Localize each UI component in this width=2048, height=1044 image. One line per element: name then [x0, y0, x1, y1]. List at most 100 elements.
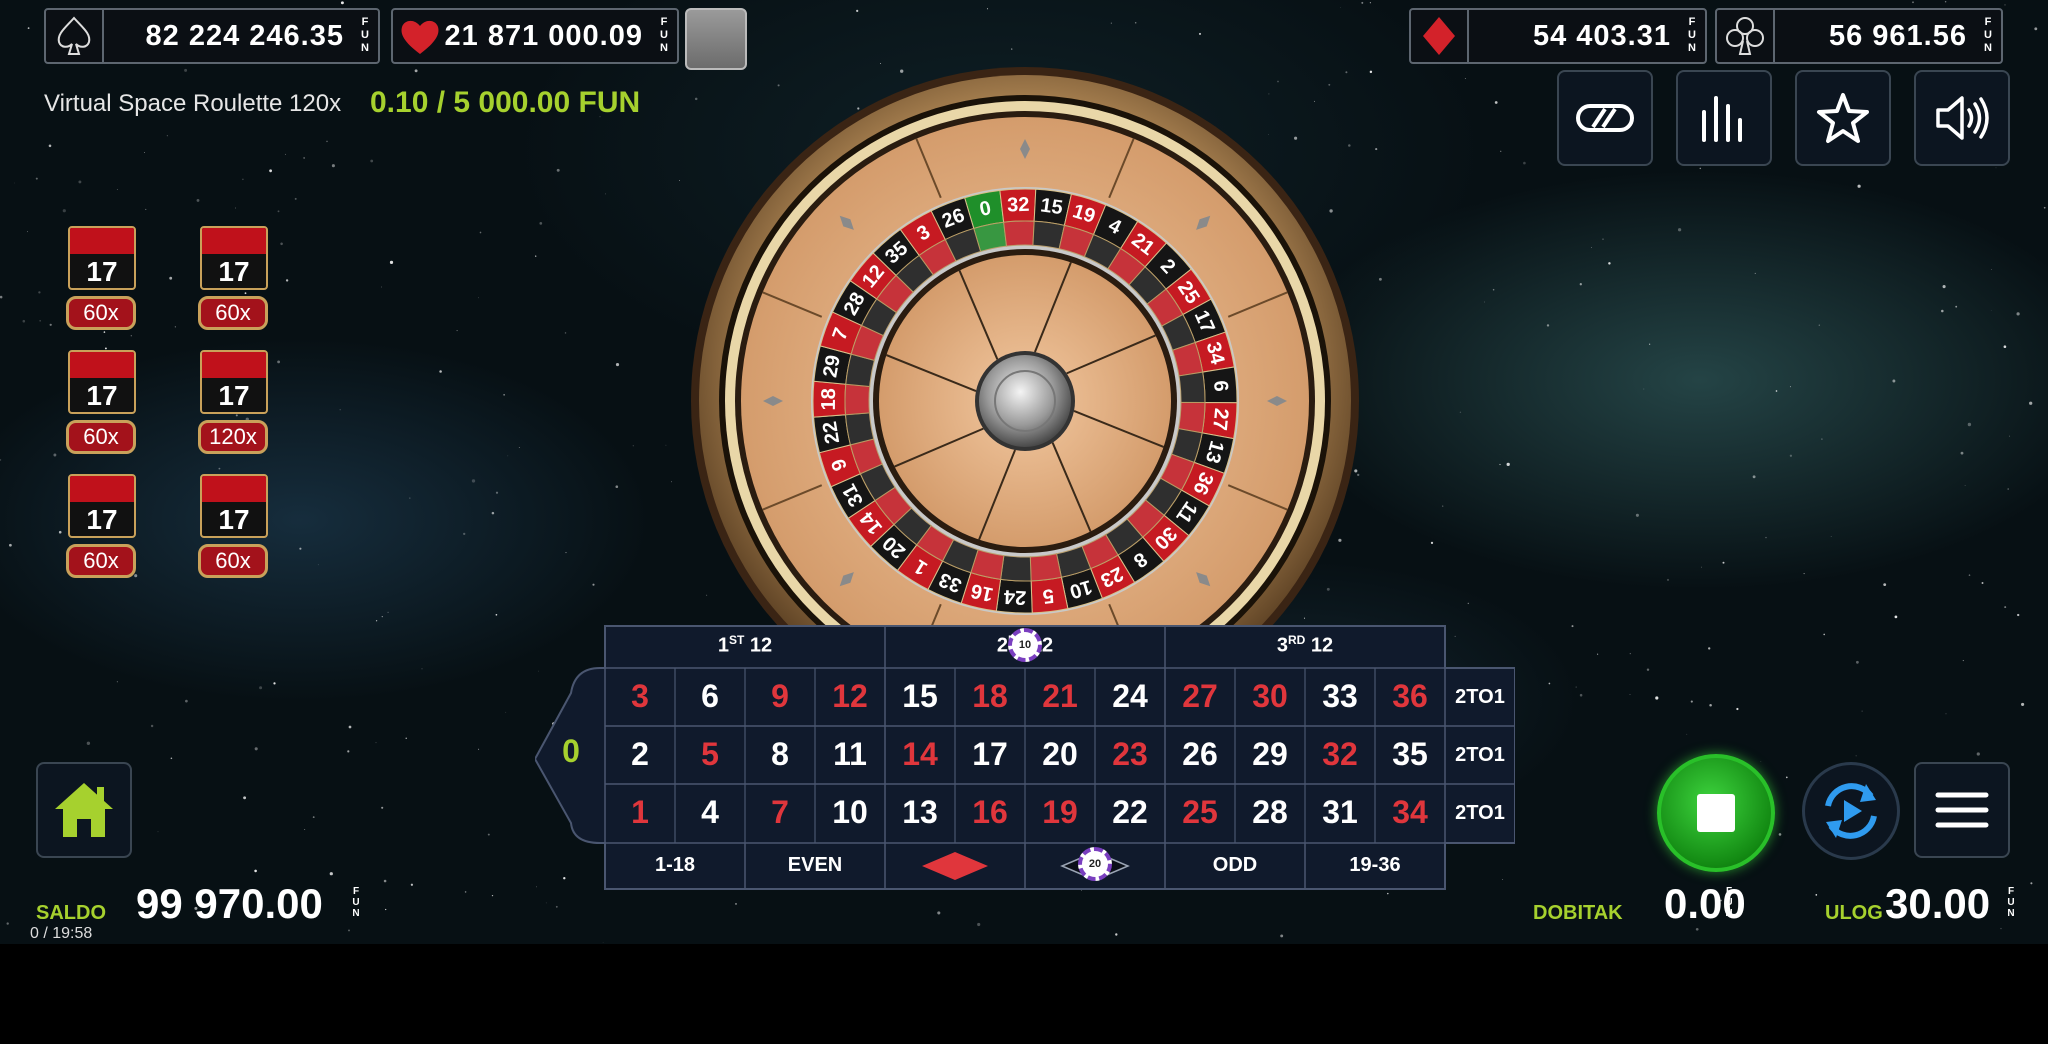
number-cell-28[interactable]: 28 — [1235, 794, 1305, 831]
column-bet-bottom[interactable]: 2TO1 — [1445, 802, 1515, 825]
home-button[interactable] — [36, 762, 132, 858]
jackpot-heart-unit: FUN — [660, 16, 668, 54]
number-cell-36[interactable]: 36 — [1375, 678, 1445, 715]
jackpot-club: 56 961.56 FUN — [1715, 8, 2003, 64]
number-cell-27[interactable]: 27 — [1165, 678, 1235, 715]
multiplier-number: 17 — [218, 256, 250, 287]
number-cell-34[interactable]: 34 — [1375, 794, 1445, 831]
number-cell-31[interactable]: 31 — [1305, 794, 1375, 831]
jackpot-heart-value: 21 871 000.09 — [444, 20, 643, 52]
bet-red[interactable] — [885, 843, 1025, 889]
club-icon — [1717, 10, 1775, 62]
jackpot-spade: 82 224 246.35 FUN — [44, 8, 380, 64]
ulog-label: ULOG — [1825, 902, 1883, 924]
saldo-value: 99 970.00 — [136, 880, 323, 927]
number-cell-8[interactable]: 8 — [745, 736, 815, 773]
multiplier-card: 17 — [200, 226, 268, 290]
number-cell-14[interactable]: 14 — [885, 736, 955, 773]
column-bet-top[interactable]: 2TO1 — [1445, 686, 1515, 709]
autoplay-button[interactable] — [1802, 762, 1900, 860]
multiplier-value: 60x — [66, 296, 136, 330]
multiplier-chip: 17 120x — [196, 350, 272, 460]
wheel-number: 6 — [1209, 380, 1232, 393]
multiplier-number: 17 — [86, 504, 118, 535]
number-cell-21[interactable]: 21 — [1025, 678, 1095, 715]
placed-chip[interactable]: 20 — [1078, 847, 1112, 881]
number-cell-18[interactable]: 18 — [955, 678, 1025, 715]
bet-1-18[interactable]: 1-18 — [605, 854, 745, 877]
dozen-third[interactable]: 3RD 12 — [1165, 633, 1445, 658]
wheel-pocket — [844, 412, 875, 446]
stop-icon — [1697, 794, 1735, 832]
jackpot-diamond: 54 403.31 FUN — [1409, 8, 1707, 64]
multiplier-number: 17 — [86, 256, 118, 287]
red-diamond-icon — [922, 852, 988, 880]
number-cell-1[interactable]: 1 — [605, 794, 675, 831]
number-cell-5[interactable]: 5 — [675, 736, 745, 773]
number-cell-3[interactable]: 3 — [605, 678, 675, 715]
wheel-pocket — [1177, 401, 1206, 434]
number-cell-12[interactable]: 12 — [815, 678, 885, 715]
jackpot-heart: 21 871 000.09 FUN — [391, 8, 679, 64]
multiplier-value: 60x — [66, 544, 136, 578]
number-cell-17[interactable]: 17 — [955, 736, 1025, 773]
number-cell-4[interactable]: 4 — [675, 794, 745, 831]
multiplier-number: 17 — [218, 504, 250, 535]
number-cell-33[interactable]: 33 — [1305, 678, 1375, 715]
stats-button[interactable] — [1676, 70, 1772, 166]
ulog-value: 30.00 — [1885, 880, 1991, 927]
favorite-star-icon — [1817, 93, 1869, 143]
number-cell-23[interactable]: 23 — [1095, 736, 1165, 773]
number-cell-9[interactable]: 9 — [745, 678, 815, 715]
toggle-button[interactable] — [1557, 70, 1653, 166]
number-cell-25[interactable]: 25 — [1165, 794, 1235, 831]
number-cell-13[interactable]: 13 — [885, 794, 955, 831]
stop-button[interactable] — [1657, 754, 1775, 872]
jackpot-club-unit: FUN — [1984, 16, 1992, 54]
multiplier-value: 60x — [198, 544, 268, 578]
bet-19-36[interactable]: 19-36 — [1305, 854, 1445, 877]
multiplier-value: 60x — [198, 296, 268, 330]
number-cell-15[interactable]: 15 — [885, 678, 955, 715]
multiplier-value: 120x — [198, 420, 268, 454]
wheel-number: 24 — [1002, 585, 1026, 608]
placed-chip[interactable]: 10 — [1008, 628, 1042, 662]
multiplier-card: 17 — [68, 474, 136, 538]
number-cell-11[interactable]: 11 — [815, 736, 885, 773]
number-cell-7[interactable]: 7 — [745, 794, 815, 831]
wheel-pocket — [1000, 554, 1032, 582]
number-cell-10[interactable]: 10 — [815, 794, 885, 831]
multiplier-card: 17 — [68, 226, 136, 290]
favorite-button[interactable] — [1795, 70, 1891, 166]
toggle-icon — [1576, 104, 1634, 132]
number-cell-32[interactable]: 32 — [1305, 736, 1375, 773]
number-cell-22[interactable]: 22 — [1095, 794, 1165, 831]
sound-icon — [1936, 96, 1989, 140]
number-cell-26[interactable]: 26 — [1165, 736, 1235, 773]
wheel-number: 27 — [1208, 407, 1232, 431]
bet-even[interactable]: EVEN — [745, 854, 885, 877]
number-cell-35[interactable]: 35 — [1375, 736, 1445, 773]
column-bet-middle[interactable]: 2TO1 — [1445, 744, 1515, 767]
dobitak-unit: FUN — [1725, 886, 1733, 919]
number-cell-2[interactable]: 2 — [605, 736, 675, 773]
number-cell-19[interactable]: 19 — [1025, 794, 1095, 831]
number-cell-16[interactable]: 16 — [955, 794, 1025, 831]
number-zero[interactable]: 0 — [556, 733, 586, 770]
number-cell-29[interactable]: 29 — [1235, 736, 1305, 773]
multiplier-number: 17 — [86, 380, 118, 411]
number-cell-24[interactable]: 24 — [1095, 678, 1165, 715]
menu-button[interactable] — [1914, 762, 2010, 858]
jackpot-diamond-unit: FUN — [1688, 16, 1696, 54]
heart-icon — [393, 10, 447, 62]
number-cell-20[interactable]: 20 — [1025, 736, 1095, 773]
number-cell-30[interactable]: 30 — [1235, 678, 1305, 715]
dozen-first[interactable]: 1ST 12 — [605, 633, 885, 658]
wheel-pocket — [844, 383, 871, 416]
number-cell-6[interactable]: 6 — [675, 678, 745, 715]
session-time: 0 / 19:58 — [30, 925, 93, 942]
sound-button[interactable] — [1914, 70, 2010, 166]
bet-odd[interactable]: ODD — [1165, 854, 1305, 877]
multiplier-card: 17 — [200, 474, 268, 538]
spade-icon — [46, 10, 104, 62]
